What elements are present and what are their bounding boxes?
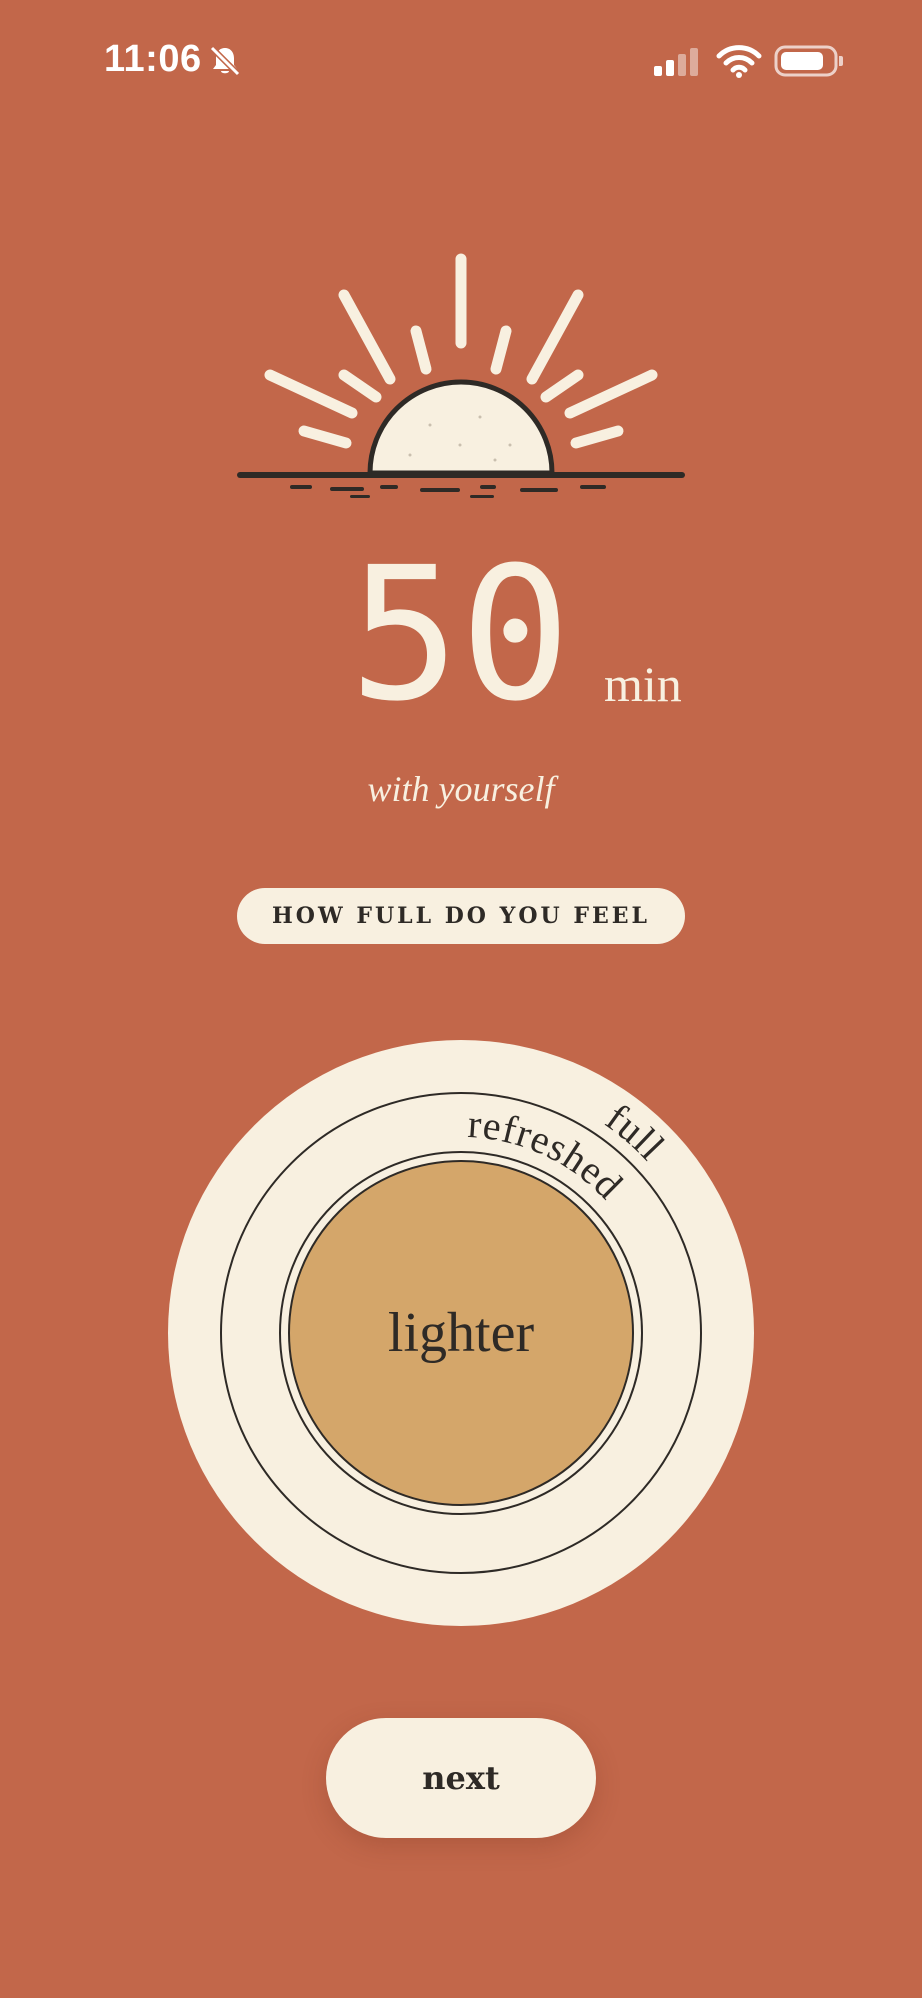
session-duration-value: 50 [349,528,571,742]
status-time: 11:06 [104,38,202,80]
status-bar: 11:06 [0,0,922,120]
next-button[interactable]: next [326,1718,596,1838]
sunrise-icon [237,253,685,498]
battery-icon [774,45,843,77]
question-label: HOW FULL DO YOU FEEL [237,888,685,944]
fullness-dial[interactable]: lighter full refreshed [168,1040,754,1626]
wifi-icon [716,45,762,78]
session-duration-unit: min [604,656,682,712]
dial-option-lighter[interactable]: lighter [288,1160,634,1506]
bell-slash-icon [209,45,241,77]
cellular-signal-icon [654,48,698,76]
session-caption: with yourself [367,769,555,809]
